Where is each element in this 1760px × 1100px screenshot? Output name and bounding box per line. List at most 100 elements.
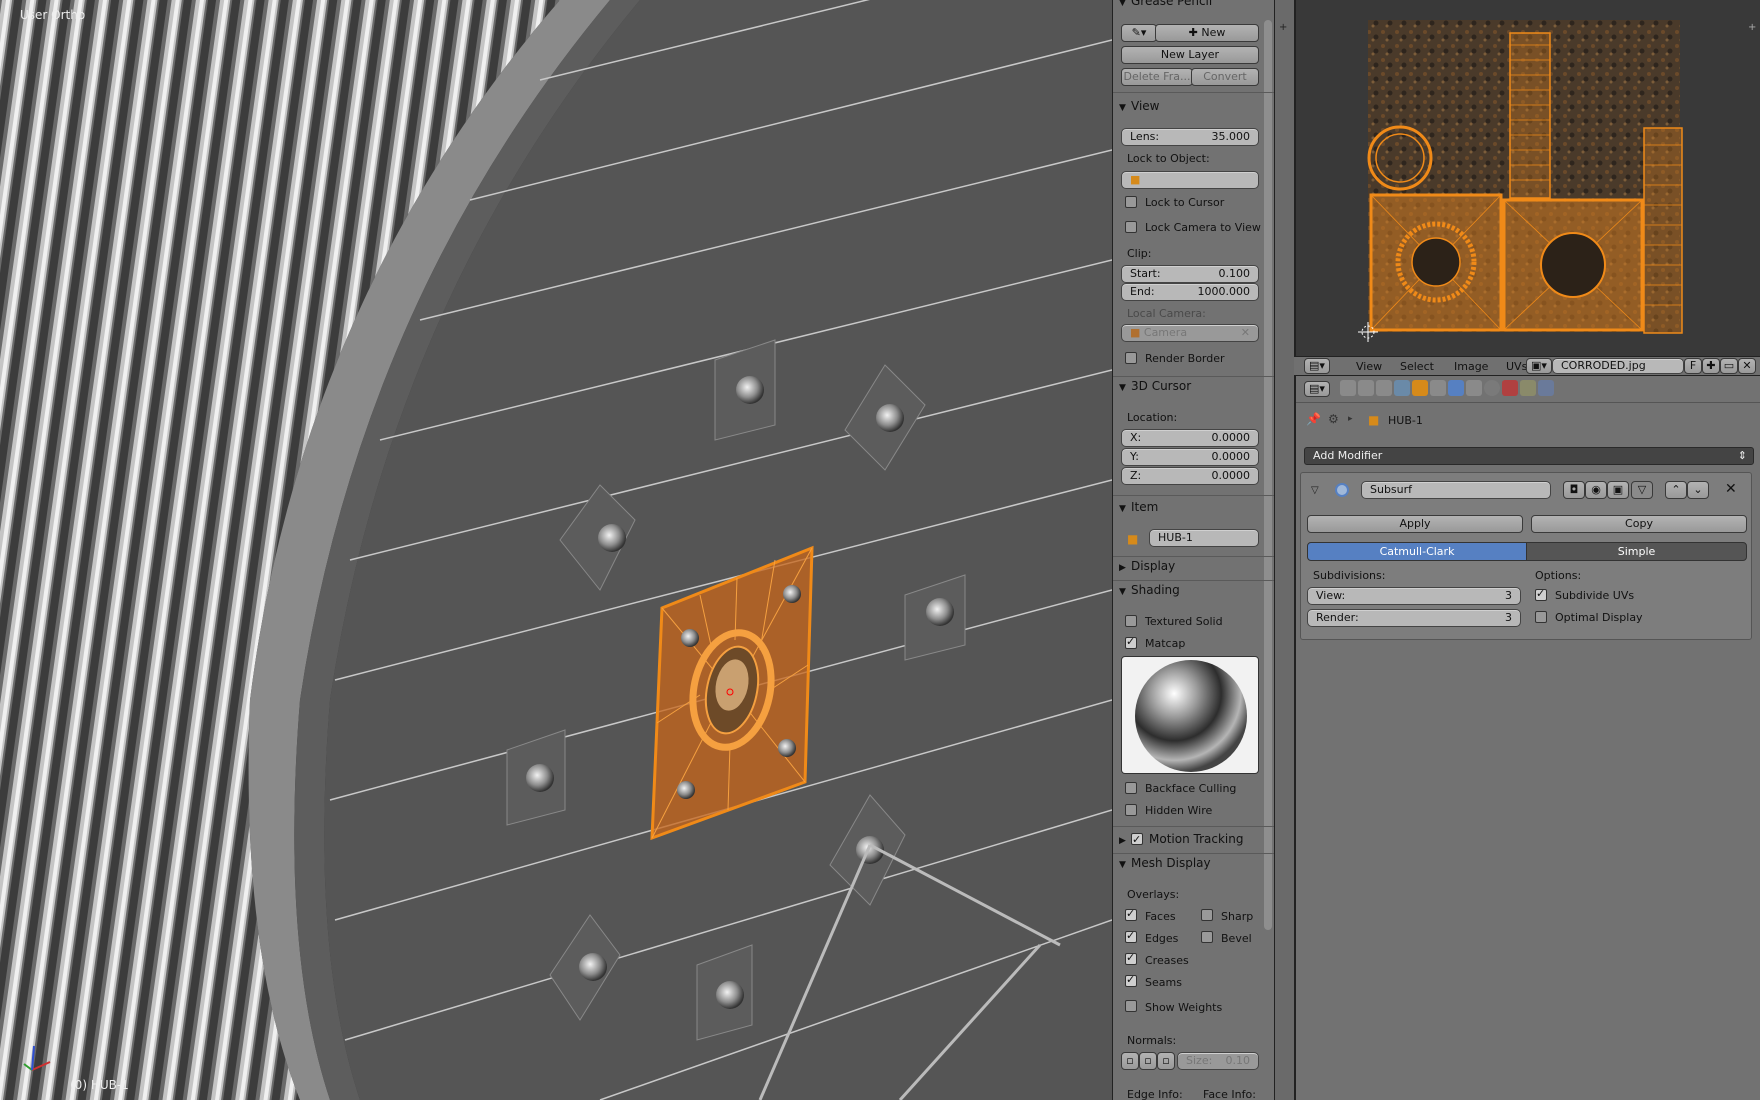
cursor-panel-header[interactable]: ▼ 3D Cursor [1119,377,1261,395]
new-image-icon[interactable]: ✚ [1702,358,1720,374]
collapse-triangle-icon[interactable]: ▽ [1311,485,1319,496]
object-cube-icon: ■ [1130,173,1141,186]
clip-end-field[interactable]: End: 1000.000 [1121,283,1259,301]
physics-tab-icon[interactable] [1538,380,1554,396]
shelf-scrollbar[interactable] [1264,20,1272,930]
view-panel-header[interactable]: ▼ View [1119,97,1261,115]
constraints-tab-icon[interactable] [1430,380,1446,396]
matcap-preview[interactable] [1121,656,1259,774]
delete-frame-button[interactable]: Delete Fra... [1121,68,1193,86]
grease-pencil-header[interactable]: ▼ Grease Pencil [1119,0,1261,10]
show-weights-checkbox[interactable] [1125,1000,1137,1012]
cursor-y-field[interactable]: Y: 0.0000 [1121,448,1259,466]
simple-tab[interactable]: Simple [1526,542,1747,561]
matcap-checkbox[interactable] [1125,635,1137,649]
motion-tracking-checkbox[interactable] [1131,831,1143,849]
vertex-normals-icon[interactable]: ▫ [1121,1052,1139,1070]
add-modifier-dropdown[interactable]: Add Modifier ⇕ [1304,447,1754,465]
cursor-z-field[interactable]: Z: 0.0000 [1121,467,1259,485]
uv-image-editor[interactable]: + [1294,0,1760,356]
menu-image[interactable]: Image [1454,360,1488,373]
catmull-clark-tab[interactable]: Catmull-Clark [1307,542,1527,561]
loop-normals-icon[interactable]: ▫ [1139,1052,1157,1070]
scene-tab-icon[interactable] [1376,380,1392,396]
subdiv-view-field[interactable]: View: 3 [1307,587,1521,605]
copy-button[interactable]: Copy [1531,515,1747,533]
cursor-x-field[interactable]: X: 0.0000 [1121,429,1259,447]
move-up-icon[interactable]: ⌃ [1665,481,1687,499]
open-image-icon[interactable]: ▭ [1720,358,1738,374]
seams-checkbox[interactable] [1125,973,1137,987]
sharp-checkbox[interactable] [1201,909,1213,921]
optimal-display-checkbox[interactable] [1535,611,1547,623]
menu-uvs[interactable]: UVs [1506,360,1527,373]
render-layers-tab-icon[interactable] [1358,380,1374,396]
display-panel-header[interactable]: ▶ Display [1119,557,1261,575]
modifiers-tab-icon[interactable] [1448,380,1464,396]
image-browse-icon[interactable]: ▣▾ [1526,358,1552,374]
texture-tab-icon[interactable] [1502,380,1518,396]
editor-type-icon[interactable]: ▤▾ [1304,358,1330,374]
image-editor-header: ▤▾ View Select Image UVs ▣▾ CORRODED.jpg… [1294,356,1760,376]
uv-canvas[interactable] [1296,0,1760,356]
normals-size-field[interactable]: Size: 0.10 [1177,1052,1259,1070]
subsurf-modifier-icon [1335,483,1349,497]
lock-camera-to-view-checkbox[interactable] [1125,221,1137,233]
object-context-icon: ⚙ [1328,412,1339,426]
subdivide-uvs-checkbox[interactable] [1535,587,1547,601]
hidden-wire-checkbox[interactable] [1125,804,1137,816]
faces-checkbox[interactable] [1125,907,1137,921]
particles-tab-icon[interactable] [1520,380,1536,396]
3d-viewport[interactable]: User Ortho (0) HUB-1 [0,0,1112,1100]
edge-info-label: Edge Info: [1127,1088,1183,1100]
pin-icon[interactable]: 📌 [1306,412,1321,426]
new-gpencil-button[interactable]: ✚ New [1155,24,1259,42]
new-layer-button[interactable]: New Layer [1121,46,1259,64]
render-tab-icon[interactable] [1340,380,1356,396]
render-toggle-icon[interactable]: ◘ [1563,481,1585,499]
remove-modifier-icon[interactable]: ✕ [1725,481,1737,497]
apply-button[interactable]: Apply [1307,515,1523,533]
region-divider: + [1274,0,1294,1100]
editor-type-icon[interactable]: ▤▾ [1304,381,1330,397]
creases-checkbox[interactable] [1125,951,1137,965]
viewport-scene[interactable] [0,0,1112,1100]
image-name-field[interactable]: CORRODED.jpg [1552,358,1684,374]
cage-toggle-icon[interactable]: ▽ [1631,481,1653,499]
face-info-label: Face Info: [1203,1088,1256,1100]
viewport-toggle-icon[interactable]: ◉ [1585,481,1607,499]
bevel-checkbox[interactable] [1201,931,1213,943]
backface-culling-checkbox[interactable] [1125,782,1137,794]
fake-user-button[interactable]: F [1684,358,1702,374]
convert-button[interactable]: Convert [1191,68,1259,86]
mesh-display-header[interactable]: ▼ Mesh Display [1119,854,1261,872]
menu-view[interactable]: View [1356,360,1382,373]
lock-to-object-field[interactable]: ■ [1121,171,1259,189]
item-panel-header[interactable]: ▼ Item [1119,498,1261,516]
local-camera-field[interactable]: ■ Camera ✕ [1121,324,1259,342]
subdiv-render-field[interactable]: Render: 3 [1307,609,1521,627]
data-tab-icon[interactable] [1466,380,1482,396]
material-tab-icon[interactable] [1484,380,1500,396]
pencil-brush-icon[interactable]: ✎▾ [1121,24,1157,42]
world-tab-icon[interactable] [1394,380,1410,396]
move-down-icon[interactable]: ⌄ [1687,481,1709,499]
unlink-image-icon[interactable]: ✕ [1738,358,1756,374]
expand-plus-icon[interactable]: + [1279,22,1287,33]
modifier-name-field[interactable]: Subsurf [1361,481,1551,499]
clip-start-field[interactable]: Start: 0.100 [1121,265,1259,283]
object-tab-icon[interactable] [1412,380,1428,396]
menu-select[interactable]: Select [1400,360,1434,373]
shading-panel-header[interactable]: ▼ Shading [1119,581,1261,599]
editmode-toggle-icon[interactable]: ▣ [1607,481,1629,499]
face-normals-icon[interactable]: ▫ [1157,1052,1175,1070]
textured-solid-checkbox[interactable] [1125,615,1137,627]
motion-tracking-header[interactable]: ▶Motion Tracking [1119,830,1261,849]
render-border-checkbox[interactable] [1125,352,1137,364]
camera-icon: ■ [1130,326,1144,339]
clear-icon[interactable]: ✕ [1241,325,1250,341]
lens-field[interactable]: Lens: 35.000 [1121,128,1259,146]
item-name-field[interactable]: HUB-1 [1149,529,1259,547]
lock-to-cursor-checkbox[interactable] [1125,196,1137,208]
edges-checkbox[interactable] [1125,929,1137,943]
